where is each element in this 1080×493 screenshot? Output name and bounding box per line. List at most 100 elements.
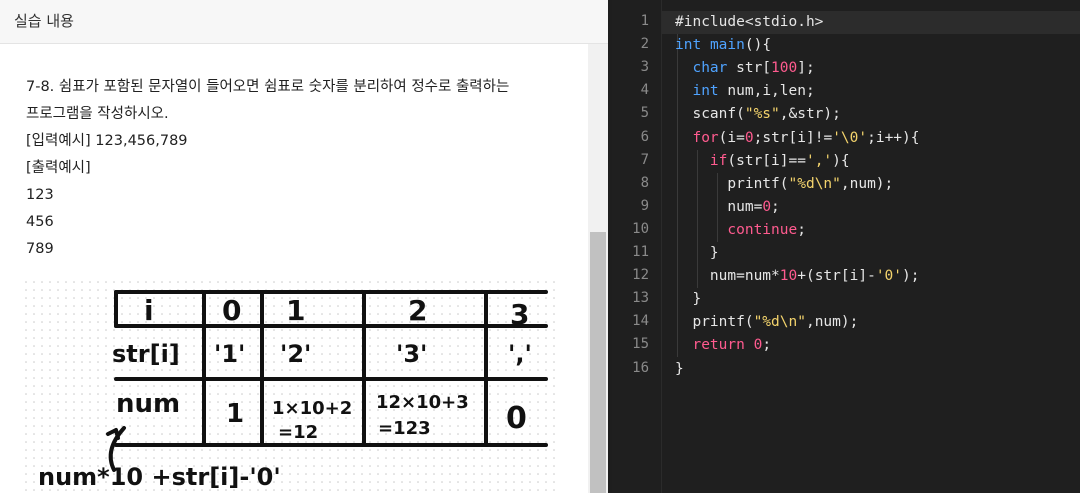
code-token: ];: [797, 60, 815, 77]
panel-title: 실습 내용: [14, 12, 74, 30]
line-number: 9: [640, 197, 649, 214]
sketch-row-label-str: str[i]: [112, 340, 180, 368]
line-number-gutter: 1 2 3 4 5 6 7 8 9 10 11 12 13 14 15 16: [612, 0, 662, 493]
sketch-num-2a: 12×10+3: [376, 392, 469, 413]
code-line[interactable]: if(str[i]==','){: [675, 150, 850, 173]
code-line[interactable]: int num,i,len;: [675, 80, 815, 103]
code-token: num,i,len;: [718, 83, 815, 100]
line-number: 8: [640, 174, 649, 191]
problem-line: 456: [26, 214, 54, 230]
code-token: ',': [805, 152, 833, 169]
code-token: ;i++){: [867, 129, 920, 146]
code-line[interactable]: return 0;: [675, 334, 771, 357]
code-line[interactable]: printf("%d\n",num);: [675, 173, 893, 196]
problem-line: 123: [26, 187, 54, 203]
line-number: 11: [632, 244, 649, 260]
line-number: 10: [632, 220, 649, 237]
code-token: ,num);: [840, 175, 894, 192]
code-token: return: [692, 337, 745, 354]
problem-panel: 실습 내용 7-8. 쉼표가 포함된 문자열이 들어오면 쉼표로 숫자를 분리하…: [0, 0, 608, 493]
code-token: "%d\n": [753, 314, 806, 331]
code-token: }: [675, 245, 719, 261]
code-token: ;str[i]!=: [753, 129, 833, 146]
code-token: +(str[i]-: [797, 268, 876, 285]
code-area[interactable]: #include<stdio.h> int main(){ char str[10…: [662, 0, 1080, 493]
code-line[interactable]: }: [675, 242, 719, 265]
problem-line: [입력예시] 123,456,789: [26, 133, 188, 149]
code-line[interactable]: char str[100];: [675, 57, 815, 80]
code-line[interactable]: num=num*10+(str[i]-'0');: [675, 265, 920, 288]
code-token: int: [675, 37, 702, 54]
line-number: 12: [632, 267, 649, 284]
code-token: '0': [875, 268, 903, 285]
code-editor[interactable]: 1 2 3 4 5 6 7 8 9 10 11 12 13 14 15 16 #include<stdio.h…: [612, 0, 1080, 493]
problem-description: 7-8. 쉼표가 포함된 문자열이 들어오면 쉼표로 숫자를 분리하여 정수로 …: [26, 76, 566, 265]
line-number: 1: [640, 13, 649, 29]
code-token: scanf(: [675, 106, 745, 123]
code-token: str[: [727, 60, 772, 77]
line-number: 2: [640, 36, 649, 53]
sketch-header-2: 2: [408, 294, 427, 327]
code-line[interactable]: num=0;: [675, 196, 780, 219]
line-number: 15: [632, 336, 649, 353]
code-line[interactable]: scanf("%s",&str);: [675, 103, 840, 126]
code-token: "%d\n": [788, 175, 841, 192]
line-number: 13: [632, 290, 649, 307]
line-number: 7: [640, 151, 649, 168]
code-token: );: [902, 268, 920, 285]
code-line[interactable]: int main(){: [675, 34, 771, 57]
code-line[interactable]: printf("%d\n",num);: [675, 311, 858, 334]
code-token: 10: [779, 268, 798, 285]
sketch-row-label-num: num: [116, 389, 180, 419]
code-token: 0: [744, 129, 754, 146]
sketch-formula: num*10 +str[i]-'0': [38, 463, 281, 491]
code-token: num=: [675, 198, 763, 215]
problem-line: 프로그램을 작성하시오.: [26, 106, 169, 122]
line-number: 6: [640, 128, 649, 145]
code-token: main: [709, 37, 745, 54]
code-token: (){: [744, 37, 772, 54]
code-line[interactable]: }: [675, 358, 684, 381]
line-number: 5: [640, 105, 649, 122]
sketch-header-0: 0: [222, 294, 241, 327]
code-token: }: [675, 360, 684, 377]
sketch-num-1a: 1×10+2: [272, 398, 352, 419]
code-token: num=num*: [675, 268, 780, 285]
code-token: ;: [771, 198, 780, 215]
sketch-num-3: 0: [506, 401, 527, 436]
code-token: ;: [762, 337, 772, 354]
code-token: if: [709, 152, 728, 169]
code-token: ){: [832, 152, 850, 169]
line-number: 16: [632, 359, 649, 376]
code-token: ,num);: [805, 314, 859, 331]
code-line[interactable]: #include<stdio.h>: [675, 11, 823, 34]
code-token: char: [692, 60, 728, 77]
problem-line: 789: [26, 241, 54, 257]
sketch-header-1: 1: [286, 294, 305, 327]
panel-header: 실습 내용: [0, 0, 608, 44]
problem-line: [출력예시]: [26, 160, 91, 176]
sketch-str-2: '3': [396, 340, 427, 368]
sketch-header-i: i: [144, 294, 154, 327]
code-token: }: [675, 291, 702, 308]
code-line[interactable]: }: [675, 288, 701, 311]
code-token: #include<stdio.h>: [675, 14, 824, 30]
scrollbar-thumb[interactable]: [590, 232, 606, 493]
code-token: printf(: [675, 314, 754, 331]
sketch-header-3: 3: [510, 298, 529, 331]
problem-line: 7-8. 쉼표가 포함된 문자열이 들어오면 쉼표로 숫자를 분리하여 정수로 …: [26, 79, 510, 95]
code-token: (i=: [718, 129, 745, 146]
line-number: 3: [640, 59, 649, 76]
code-line[interactable]: continue;: [675, 219, 806, 242]
code-token: ;: [797, 221, 806, 238]
code-line[interactable]: for(i=0;str[i]!='\0';i++){: [675, 127, 920, 150]
sketch-num-1b: =12: [278, 422, 318, 443]
